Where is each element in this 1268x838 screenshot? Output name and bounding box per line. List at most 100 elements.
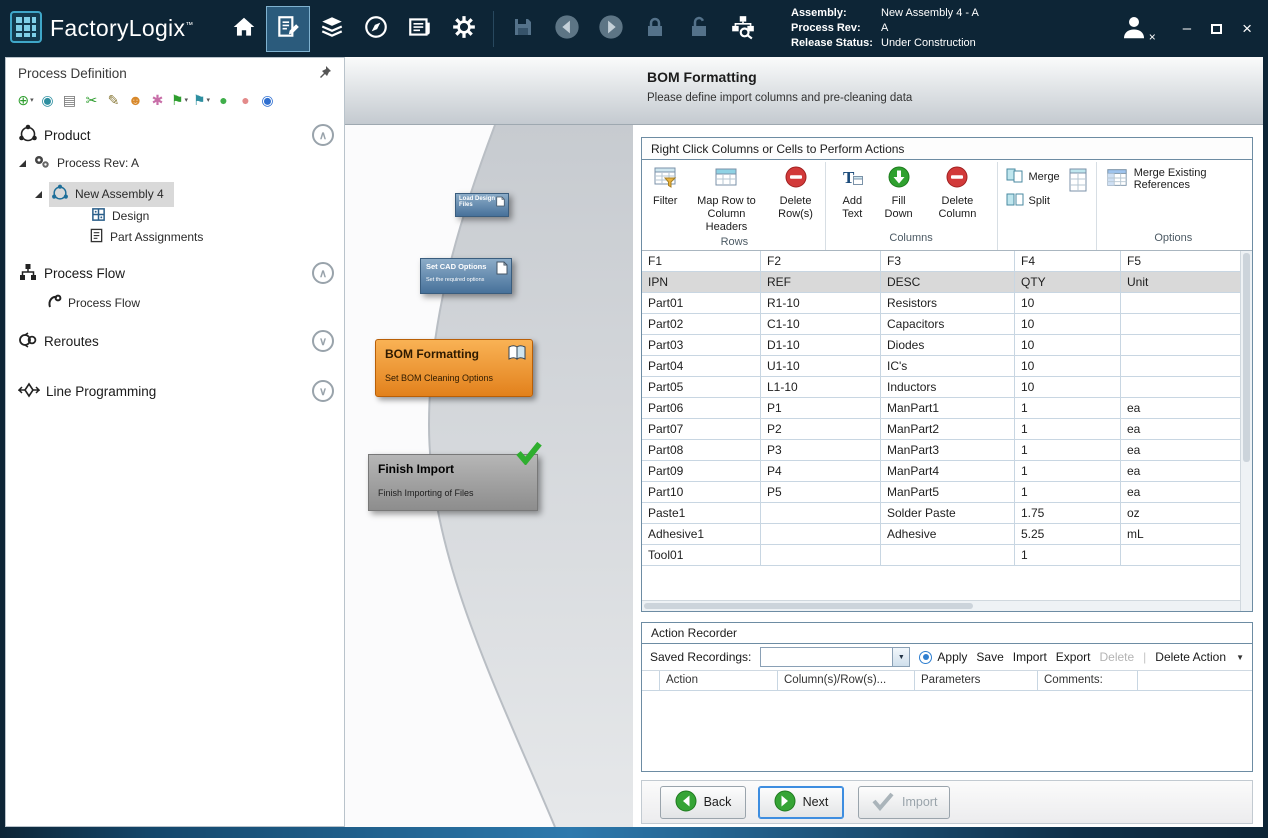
- cell[interactable]: [1121, 377, 1240, 397]
- effects-icon[interactable]: ✱: [148, 91, 167, 109]
- delete-rows-button[interactable]: Delete Row(s): [771, 163, 819, 223]
- audit-trail-button[interactable]: [721, 6, 765, 52]
- cell[interactable]: Inductors: [881, 377, 1015, 397]
- cell[interactable]: 10: [1015, 335, 1121, 355]
- cell[interactable]: Paste1: [642, 503, 761, 523]
- unlock-button[interactable]: [677, 6, 721, 52]
- materials-button[interactable]: [310, 6, 354, 52]
- workflow-step-finish-import[interactable]: Finish Import Finish Importing of Files: [368, 454, 538, 511]
- cell[interactable]: IPN: [642, 272, 761, 292]
- process-definition-button[interactable]: [266, 6, 310, 52]
- cell[interactable]: Part10: [642, 482, 761, 502]
- cell[interactable]: ManPart4: [881, 461, 1015, 481]
- cell[interactable]: ManPart1: [881, 398, 1015, 418]
- cell[interactable]: 10: [1015, 356, 1121, 376]
- column-header[interactable]: F5: [1121, 251, 1240, 271]
- cell[interactable]: [1121, 356, 1240, 376]
- fill-down-button[interactable]: Fill Down: [876, 163, 921, 223]
- cell[interactable]: Part03: [642, 335, 761, 355]
- cell[interactable]: U1-10: [761, 356, 881, 376]
- delete-recording-button[interactable]: Delete: [1099, 650, 1134, 664]
- cell[interactable]: QTY: [1015, 272, 1121, 292]
- export-recording-button[interactable]: Export: [1056, 650, 1091, 664]
- workflow-step-cad-options[interactable]: Set CAD Options Set the required options: [420, 258, 512, 294]
- cell[interactable]: ManPart2: [881, 419, 1015, 439]
- workflow-step-load-design[interactable]: Load Design Files: [455, 193, 509, 217]
- column-header[interactable]: F4: [1015, 251, 1121, 271]
- saved-recordings-select[interactable]: ▼: [760, 647, 910, 667]
- format-table-button[interactable]: [1065, 163, 1091, 200]
- settings-button[interactable]: [442, 6, 486, 52]
- tree-item-process-flow[interactable]: Process Flow: [6, 290, 344, 316]
- flag-teal-icon[interactable]: ⚑▾: [192, 91, 211, 109]
- tree-section-process-flow[interactable]: Process Flow ∧: [6, 256, 344, 290]
- back-button[interactable]: Back: [660, 786, 746, 819]
- column-header[interactable]: Parameters: [915, 671, 1038, 690]
- cell[interactable]: Part05: [642, 377, 761, 397]
- cell[interactable]: Part04: [642, 356, 761, 376]
- cell[interactable]: ea: [1121, 398, 1240, 418]
- cell[interactable]: [761, 524, 881, 544]
- cell[interactable]: 1: [1015, 482, 1121, 502]
- cell[interactable]: Unit: [1121, 272, 1240, 292]
- cell[interactable]: Adhesive1: [642, 524, 761, 544]
- close-button[interactable]: ×: [1242, 23, 1252, 35]
- tree-section-reroutes[interactable]: Reroutes ∨: [6, 324, 344, 358]
- delete-column-button[interactable]: Delete Column: [923, 163, 991, 223]
- cell[interactable]: Resistors: [881, 293, 1015, 313]
- minimize-button[interactable]: –: [1183, 24, 1191, 34]
- cell[interactable]: [1121, 314, 1240, 334]
- cell[interactable]: D1-10: [761, 335, 881, 355]
- cell[interactable]: P4: [761, 461, 881, 481]
- filter-button[interactable]: Filter: [649, 163, 681, 210]
- cell[interactable]: L1-10: [761, 377, 881, 397]
- merge-button[interactable]: Merge: [1003, 166, 1063, 187]
- cell[interactable]: 1.75: [1015, 503, 1121, 523]
- cell[interactable]: ea: [1121, 461, 1240, 481]
- tree-item-part-assignments[interactable]: Part Assignments: [6, 226, 344, 248]
- tree-item-design[interactable]: Design: [6, 206, 344, 226]
- cell[interactable]: Part09: [642, 461, 761, 481]
- collapse-down-toggle[interactable]: ∨: [312, 380, 334, 402]
- cell[interactable]: [1121, 335, 1240, 355]
- cell[interactable]: ea: [1121, 482, 1240, 502]
- cell[interactable]: Solder Paste: [881, 503, 1015, 523]
- dispatch-button[interactable]: [354, 6, 398, 52]
- maximize-button[interactable]: [1211, 24, 1222, 34]
- delete-action-button[interactable]: Delete Action: [1155, 650, 1226, 664]
- column-header[interactable]: F1: [642, 251, 761, 271]
- cell[interactable]: Adhesive: [881, 524, 1015, 544]
- cell[interactable]: P2: [761, 419, 881, 439]
- cell[interactable]: [1121, 545, 1240, 565]
- cell[interactable]: 1: [1015, 545, 1121, 565]
- column-header[interactable]: F3: [881, 251, 1015, 271]
- home-button[interactable]: [222, 6, 266, 52]
- collapse-down-toggle[interactable]: ∨: [312, 330, 334, 352]
- cell[interactable]: DESC: [881, 272, 1015, 292]
- cell[interactable]: 1: [1015, 461, 1121, 481]
- chevron-down-icon[interactable]: ▼: [1236, 653, 1244, 662]
- cell[interactable]: Part07: [642, 419, 761, 439]
- cell[interactable]: ManPart3: [881, 440, 1015, 460]
- status-green-icon[interactable]: ●: [214, 91, 233, 109]
- tree-section-line-programming[interactable]: Line Programming ∨: [6, 374, 344, 408]
- import-recording-button[interactable]: Import: [1013, 650, 1047, 664]
- back-nav-button[interactable]: [545, 6, 589, 52]
- collapse-up-toggle[interactable]: ∧: [312, 262, 334, 284]
- split-button[interactable]: Split: [1003, 190, 1063, 211]
- cell[interactable]: Part01: [642, 293, 761, 313]
- expander-icon[interactable]: [19, 160, 26, 167]
- logout-button[interactable]: ×: [1119, 12, 1149, 45]
- tree-item-process-rev[interactable]: Process Rev: A: [6, 152, 344, 174]
- edit-icon[interactable]: ✎: [104, 91, 123, 109]
- merge-existing-references-button[interactable]: Merge Existing References: [1102, 163, 1245, 196]
- cell[interactable]: C1-10: [761, 314, 881, 334]
- horizontal-scrollbar[interactable]: [642, 600, 1240, 611]
- cell[interactable]: 1: [1015, 398, 1121, 418]
- cell[interactable]: oz: [1121, 503, 1240, 523]
- pin-icon[interactable]: [318, 65, 332, 82]
- cell[interactable]: ManPart5: [881, 482, 1015, 502]
- cell[interactable]: [761, 545, 881, 565]
- tree-item-new-assembly[interactable]: New Assembly 4: [6, 182, 344, 206]
- vertical-scrollbar[interactable]: [1240, 251, 1252, 611]
